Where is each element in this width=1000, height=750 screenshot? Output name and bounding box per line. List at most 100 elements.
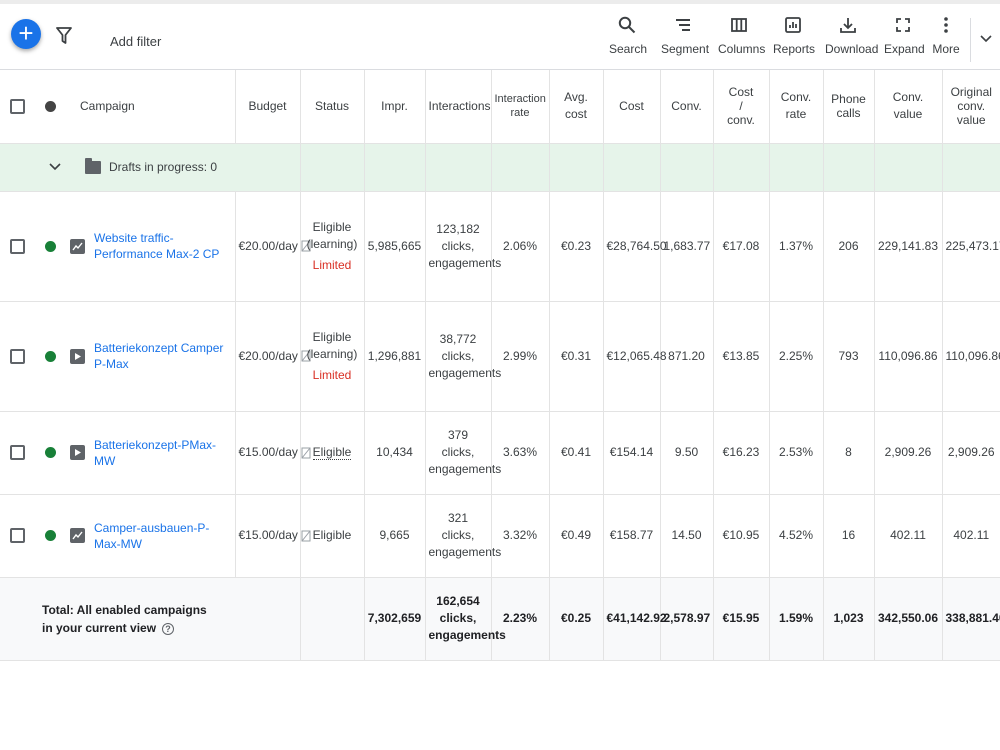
col-conv[interactable]: Conv.	[660, 70, 714, 144]
conv-rate-value: 1.37%	[769, 191, 824, 302]
row-checkbox[interactable]	[9, 238, 25, 254]
shared-budget-icon	[301, 530, 311, 541]
impr-value: 9,665	[364, 494, 426, 578]
total-impr: 7,302,659	[364, 577, 426, 661]
total-interaction-rate: 2.23%	[491, 577, 550, 661]
status-enabled-dot[interactable]	[45, 350, 56, 362]
total-phone-calls: 1,023	[823, 577, 875, 661]
col-status[interactable]: Status	[300, 70, 365, 144]
avg-cost-value: €0.31	[549, 301, 604, 412]
col-interactions[interactable]: Interactions	[425, 70, 492, 144]
campaigns-table: Campaign Budget Status Impr. Interaction…	[0, 70, 1000, 661]
drafts-cell: Drafts in progress: 0	[0, 143, 235, 192]
segment-button[interactable]: Segment	[661, 16, 709, 68]
col-interaction-rate[interactable]: Interaction rate	[491, 70, 550, 144]
col-campaign[interactable]: Campaign	[67, 70, 236, 144]
download-button[interactable]: Download	[825, 16, 878, 68]
columns-button[interactable]: Columns	[718, 16, 765, 68]
interaction-rate-value: 2.99%	[491, 301, 550, 412]
campaign-link[interactable]: Camper-ausbauen-P- Max-MW	[94, 520, 232, 552]
reports-label: Reports	[773, 42, 816, 56]
status-enabled-dot[interactable]	[45, 240, 56, 252]
search-label: Search	[609, 42, 648, 56]
status-text[interactable]: Eligible (learning)	[304, 219, 361, 253]
add-campaign-button[interactable]: +	[11, 19, 41, 49]
status-filter-icon[interactable]	[45, 101, 56, 113]
col-phone-calls[interactable]: Phone calls	[823, 70, 875, 144]
budget-value[interactable]: €15.00/day	[239, 527, 298, 544]
status-limited[interactable]: Limited	[304, 257, 361, 274]
total-cost: €41,142.92	[603, 577, 667, 661]
video-campaign-icon	[70, 445, 85, 460]
reports-button[interactable]: Reports	[773, 16, 816, 68]
interaction-rate-value: 2.06%	[491, 191, 550, 302]
help-icon[interactable]: ?	[162, 622, 175, 635]
avg-cost-value: €0.49	[549, 494, 604, 578]
expand-icon	[896, 18, 910, 32]
col-conv-rate[interactable]: Conv. rate	[769, 70, 824, 144]
impr-value: 5,985,665	[364, 191, 426, 302]
phone-calls-value: 16	[823, 494, 875, 578]
campaign-link[interactable]: Website traffic-Performance Max-2 CP	[94, 230, 232, 262]
total-cost-per-conv: €15.95	[713, 577, 770, 661]
status-text[interactable]: Eligible (learning)	[304, 329, 361, 363]
budget-value[interactable]: €15.00/day	[239, 444, 298, 461]
conv-value-cell: 1,683.77	[660, 191, 714, 302]
total-conv-rate: 1.59%	[769, 577, 824, 661]
expand-button[interactable]: Expand	[884, 16, 925, 68]
col-impr[interactable]: Impr.	[364, 70, 426, 144]
avg-cost-value: €0.41	[549, 411, 604, 495]
budget-value[interactable]: €20.00/day	[239, 348, 298, 365]
drafts-row[interactable]: Drafts in progress: 0	[0, 143, 1000, 192]
chevron-down-icon[interactable]	[980, 34, 992, 44]
chevron-down-icon[interactable]	[49, 163, 61, 171]
table-row: Website traffic-Performance Max-2 CP €20…	[0, 191, 1000, 302]
phone-calls-value: 793	[823, 301, 875, 412]
interaction-rate-value: 3.63%	[491, 411, 550, 495]
filter-icon[interactable]	[56, 27, 72, 45]
status-dot-header	[34, 70, 67, 144]
col-original-conv-value[interactable]: Original conv. value	[942, 70, 1000, 144]
conv-rate-value: 2.53%	[769, 411, 824, 495]
header-row: Campaign Budget Status Impr. Interaction…	[0, 70, 1000, 144]
total-interactions-value: 162,654	[436, 594, 480, 608]
video-campaign-icon	[70, 348, 85, 364]
interactions-value: 123,182	[436, 221, 480, 236]
table-row: Batteriekonzept Camper P-Max €20.00/day …	[0, 301, 1000, 412]
select-all-cell	[0, 70, 34, 144]
impr-value: 1,296,881	[364, 301, 426, 412]
more-vert-icon	[944, 17, 948, 33]
download-icon	[840, 18, 856, 33]
add-filter-link[interactable]: Add filter	[110, 34, 161, 49]
campaign-link[interactable]: Batteriekonzept Camper P-Max	[94, 340, 232, 372]
search-button[interactable]: Search	[609, 16, 648, 68]
status-enabled-dot[interactable]	[45, 530, 56, 542]
performance-max-icon	[70, 528, 85, 543]
row-checkbox[interactable]	[9, 348, 25, 364]
interactions-value: 38,772	[439, 331, 477, 346]
interactions-type: clicks, engagements	[428, 528, 502, 559]
col-cost[interactable]: Cost	[603, 70, 661, 144]
status-text[interactable]: Eligible	[312, 445, 352, 460]
col-budget[interactable]: Budget	[235, 70, 301, 144]
row-checkbox[interactable]	[9, 445, 25, 461]
status-enabled-dot[interactable]	[45, 447, 56, 459]
cost-value: €28,764.50	[603, 191, 667, 302]
col-conv-value[interactable]: Conv. value	[874, 70, 943, 144]
conversion-value: 402.11	[874, 494, 943, 578]
segment-icon	[676, 19, 690, 31]
total-original-conv-value: 338,881.40	[942, 577, 1000, 661]
campaign-link[interactable]: Batteriekonzept-PMax-MW	[94, 437, 232, 469]
original-conv-value: 2,909.26	[942, 411, 1000, 495]
col-avg-cost[interactable]: Avg. cost	[549, 70, 604, 144]
cost-per-conv-value: €10.95	[713, 494, 770, 578]
select-all-checkbox[interactable]	[9, 99, 25, 115]
search-icon	[618, 16, 636, 34]
col-cost-per-conv[interactable]: Cost / conv.	[713, 70, 770, 144]
total-interactions-type: clicks, engagements	[428, 611, 506, 642]
budget-value[interactable]: €20.00/day	[239, 238, 298, 255]
status-limited[interactable]: Limited	[304, 367, 361, 384]
more-label: More	[932, 42, 960, 56]
row-checkbox[interactable]	[9, 528, 25, 544]
more-button[interactable]: More	[932, 16, 960, 68]
